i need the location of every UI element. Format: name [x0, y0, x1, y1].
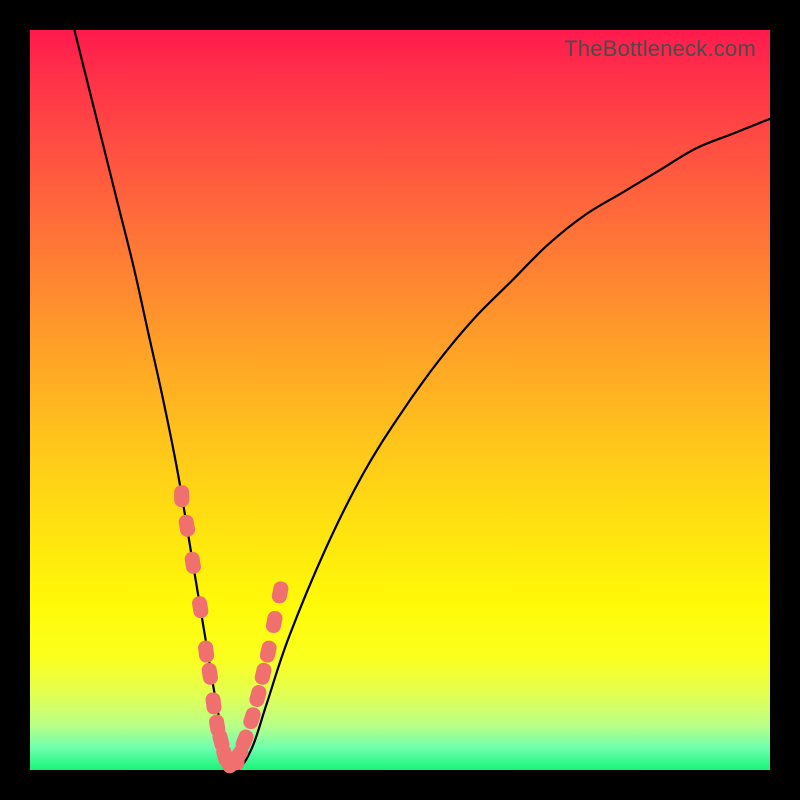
marker-bead	[191, 595, 209, 619]
marker-bead	[184, 551, 202, 575]
marker-bead	[201, 662, 219, 686]
chart-frame: TheBottleneck.com	[0, 0, 800, 800]
marker-group	[174, 485, 289, 776]
marker-bead	[248, 683, 268, 708]
marker-bead	[265, 610, 284, 635]
marker-bead	[178, 514, 197, 538]
curve-layer	[30, 30, 770, 770]
marker-bead	[258, 639, 278, 664]
marker-bead	[271, 580, 290, 605]
marker-bead	[205, 692, 223, 716]
bottleneck-curve	[74, 30, 770, 770]
marker-bead	[174, 485, 189, 507]
marker-bead	[253, 661, 273, 686]
marker-bead	[197, 640, 215, 664]
plot-area: TheBottleneck.com	[30, 30, 770, 770]
